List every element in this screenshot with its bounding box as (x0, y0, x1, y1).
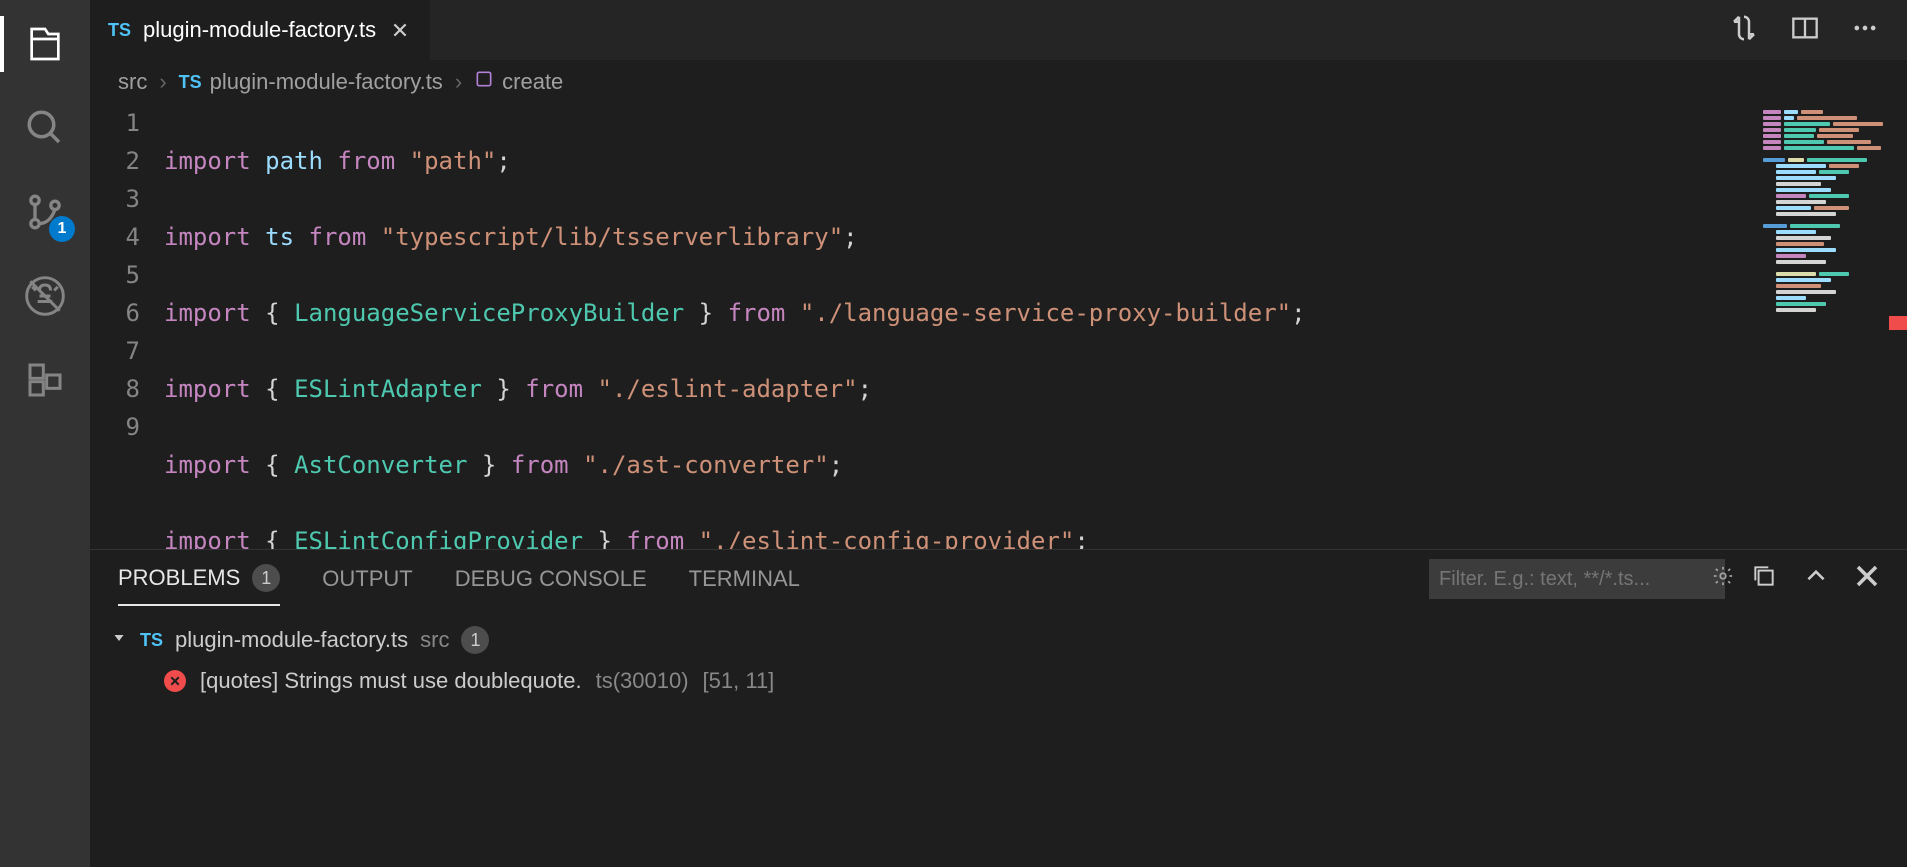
tab-terminal[interactable]: TERMINAL (689, 566, 800, 592)
problem-item[interactable]: [quotes] Strings must use doublequote. t… (110, 660, 1887, 702)
chevron-right-icon: › (455, 69, 462, 95)
scm-badge: 1 (49, 216, 75, 242)
chevron-right-icon: › (159, 69, 166, 95)
panel-tabs: PROBLEMS 1 OUTPUT DEBUG CONSOLE TERMINAL (90, 550, 1907, 608)
filter-settings-icon[interactable] (1712, 565, 1734, 593)
problem-file-dir: src (420, 627, 449, 653)
minimap-error-marker (1889, 316, 1907, 330)
problem-file-group[interactable]: TS plugin-module-factory.ts src 1 (110, 620, 1887, 660)
debug-disabled-icon[interactable] (21, 272, 69, 320)
breadcrumb-file[interactable]: TS plugin-module-factory.ts (179, 69, 443, 95)
compare-icon[interactable] (1729, 13, 1759, 48)
breadcrumb-symbol[interactable]: create (474, 69, 563, 95)
filter-input[interactable] (1439, 568, 1704, 591)
more-icon[interactable] (1851, 14, 1879, 47)
editor-actions (1729, 13, 1907, 48)
close-icon[interactable] (388, 18, 412, 42)
method-icon (474, 69, 494, 95)
chevron-up-icon[interactable] (1803, 563, 1829, 595)
source-control-icon[interactable]: 1 (21, 188, 69, 236)
main-area: TS plugin-module-factory.ts src › TS plu… (90, 0, 1907, 867)
tab-debug-console[interactable]: DEBUG CONSOLE (455, 566, 647, 592)
typescript-file-icon: TS (140, 630, 163, 651)
explorer-icon[interactable] (21, 20, 69, 68)
breadcrumbs[interactable]: src › TS plugin-module-factory.ts › crea… (90, 60, 1907, 104)
tab-output[interactable]: OUTPUT (322, 566, 412, 592)
problem-code: ts(30010) (596, 668, 689, 694)
problem-message: [quotes] Strings must use doublequote. (200, 668, 582, 694)
typescript-file-icon: TS (108, 20, 131, 41)
filter-input-box[interactable] (1429, 559, 1725, 599)
problem-file-name: plugin-module-factory.ts (175, 627, 408, 653)
tab-filename: plugin-module-factory.ts (143, 17, 376, 43)
tabs-bar: TS plugin-module-factory.ts (90, 0, 1907, 60)
problems-list: TS plugin-module-factory.ts src 1 [quote… (90, 608, 1907, 867)
code-editor[interactable]: 123 456 789 import path from "path"; imp… (90, 104, 1907, 549)
problem-file-count-badge: 1 (461, 626, 489, 654)
problems-count-badge: 1 (252, 564, 280, 592)
code-content[interactable]: import path from "path"; import ts from … (164, 104, 1755, 549)
split-editor-icon[interactable] (1791, 14, 1819, 47)
extensions-icon[interactable] (21, 356, 69, 404)
chevron-down-icon[interactable] (110, 627, 128, 653)
collapse-all-icon[interactable] (1751, 563, 1777, 595)
activity-bar: 1 (0, 0, 90, 867)
bottom-panel: PROBLEMS 1 OUTPUT DEBUG CONSOLE TERMINAL (90, 549, 1907, 867)
error-icon (164, 670, 186, 692)
minimap[interactable] (1755, 104, 1907, 549)
problem-location: [51, 11] (703, 668, 775, 694)
close-panel-icon[interactable] (1855, 564, 1879, 594)
search-icon[interactable] (21, 104, 69, 152)
tab-problems[interactable]: PROBLEMS 1 (118, 564, 280, 606)
editor-tab[interactable]: TS plugin-module-factory.ts (90, 0, 430, 60)
breadcrumb-folder[interactable]: src (118, 69, 147, 95)
typescript-file-icon: TS (179, 72, 202, 93)
line-gutter: 123 456 789 (90, 104, 164, 549)
